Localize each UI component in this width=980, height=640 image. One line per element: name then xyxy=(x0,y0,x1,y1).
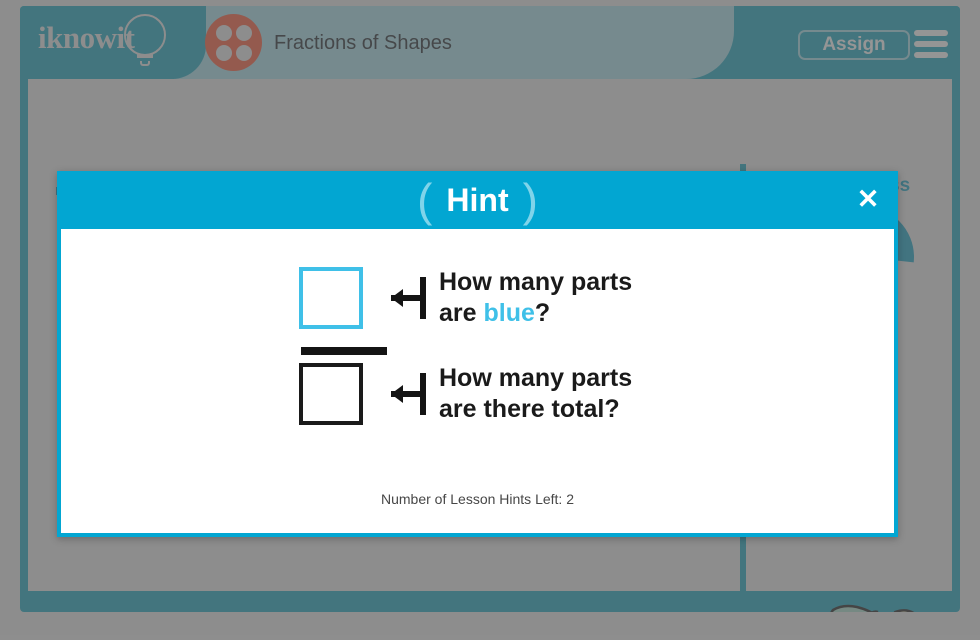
empty-answer-box-blue xyxy=(299,267,363,329)
hints-left-counter: Number of Lesson Hints Left: 2 xyxy=(381,491,574,507)
hint-modal-title-wrap: ( Hint ) xyxy=(57,171,898,229)
hint-modal: ( Hint ) ✕ How many parts are blue? How … xyxy=(57,171,898,537)
numerator-hint-highlight: blue xyxy=(483,299,535,327)
left-arrow-icon xyxy=(379,271,433,325)
four-circles-fraction-icon xyxy=(205,14,262,71)
close-x-icon[interactable]: ✕ xyxy=(852,183,884,215)
numerator-hint-line1: How many parts xyxy=(439,268,633,296)
lesson-tab: Fractions of Shapes xyxy=(172,6,734,79)
screen: iknowit Fractions of Shapes Assign (Hin… xyxy=(0,0,980,640)
numerator-hint-line2-pre: are xyxy=(439,299,484,327)
left-arrow-icon xyxy=(379,367,433,421)
right-paren-decoration: ) xyxy=(522,174,538,226)
numerator-row: How many parts are blue? xyxy=(299,267,632,329)
app-header: iknowit Fractions of Shapes Assign xyxy=(20,6,960,79)
lightbulb-base-icon xyxy=(137,54,153,58)
lesson-title: Fractions of Shapes xyxy=(274,32,452,54)
logo-text: iknowit xyxy=(38,20,135,55)
brand-logo[interactable]: iknowit xyxy=(28,6,174,79)
empty-answer-box-black xyxy=(299,363,363,425)
numerator-hint-text: How many parts are blue? xyxy=(439,267,632,329)
denominator-row: How many parts are there total? xyxy=(299,363,632,425)
lightbulb-screw-icon xyxy=(140,61,150,66)
lightbulb-icon xyxy=(124,14,166,56)
denominator-hint-line1: How many parts xyxy=(439,364,633,392)
denominator-hint-text: How many parts are there total? xyxy=(439,363,632,425)
hint-modal-body: How many parts are blue? How many parts … xyxy=(61,229,894,533)
assign-button[interactable]: Assign xyxy=(798,30,910,60)
denominator-hint-line2: are there total? xyxy=(439,395,620,423)
hamburger-menu-icon[interactable] xyxy=(914,30,948,60)
fraction-divider-bar xyxy=(301,347,387,355)
left-paren-decoration: ( xyxy=(417,174,433,226)
fraction-hint-figure: How many parts are blue? How many parts … xyxy=(299,267,719,447)
hint-modal-header: ( Hint ) ✕ xyxy=(57,171,898,229)
hint-modal-title: Hint xyxy=(446,181,509,218)
sneaker-shoe-icon xyxy=(799,600,929,612)
numerator-hint-line2-post: ? xyxy=(534,299,551,327)
